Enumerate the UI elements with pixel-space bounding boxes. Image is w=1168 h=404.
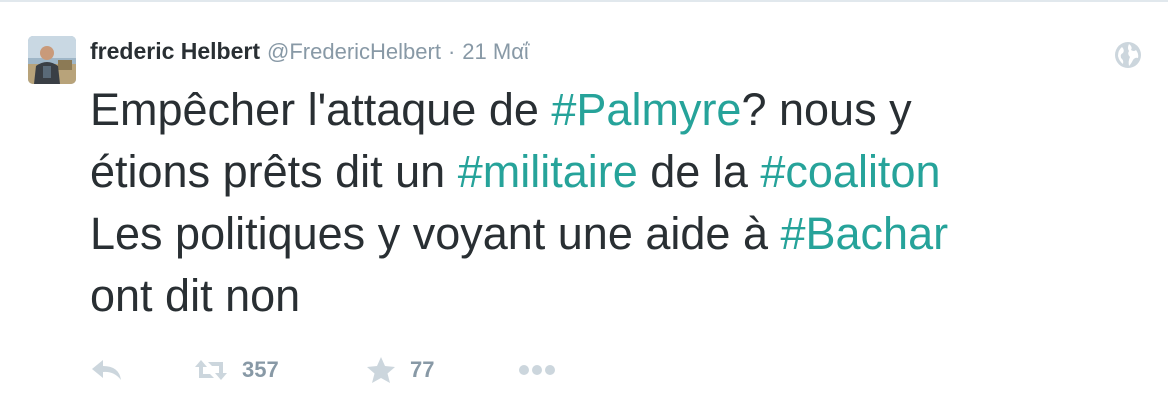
favorite-count: 77 xyxy=(410,357,435,382)
tweet-line: ont dit non xyxy=(90,265,1150,327)
tweet-date[interactable]: 21 Μαΐ xyxy=(462,39,529,65)
author-handle[interactable]: @FredericHelbert xyxy=(267,39,441,65)
tweet-line: Les politiques y voyant une aide à #Bach… xyxy=(90,203,1150,265)
tweet-header: frederic Helbert @FredericHelbert · 21 Μ… xyxy=(90,38,529,68)
retweet-count: 357 xyxy=(242,357,279,382)
hashtag-link[interactable]: #Palmyre xyxy=(551,84,741,135)
tweet-text-segment: étions prêts dit un xyxy=(90,146,458,197)
tweet-text-segment: ont dit non xyxy=(90,270,301,321)
tweet-line: Empêcher l'attaque de #Palmyre? nous y xyxy=(90,79,1150,141)
avatar-image xyxy=(28,36,76,84)
header-separator: · xyxy=(447,39,456,64)
globe-icon xyxy=(1114,41,1142,69)
reply-button[interactable] xyxy=(90,352,124,388)
tweet-text: Empêcher l'attaque de #Palmyre? nous y é… xyxy=(90,79,1150,327)
hashtag-link[interactable]: #Bachar xyxy=(780,208,948,259)
tweet-card: frederic Helbert @FredericHelbert · 21 Μ… xyxy=(0,0,1168,404)
tweet-text-segment: ? nous y xyxy=(741,84,912,135)
favorite-button[interactable]: 77 xyxy=(366,352,434,388)
more-icon xyxy=(519,365,555,375)
tweet-text-segment: Les politiques y voyant une aide à xyxy=(90,208,781,259)
tweet-text-segment: Empêcher l'attaque de xyxy=(90,84,552,135)
avatar[interactable] xyxy=(28,36,76,84)
hashtag-link[interactable]: #coaliton xyxy=(760,146,940,197)
tweet-line: étions prêts dit un #militaire de la #co… xyxy=(90,141,1150,203)
more-button[interactable] xyxy=(518,352,558,388)
author-name[interactable]: frederic Helbert xyxy=(90,38,260,65)
retweet-button[interactable]: 357 xyxy=(194,352,279,388)
tweet-text-segment: de la xyxy=(637,146,761,197)
favorite-icon xyxy=(367,357,395,383)
reply-icon xyxy=(92,360,121,380)
hashtag-link[interactable]: #militaire xyxy=(458,146,638,197)
retweet-icon xyxy=(195,360,227,380)
